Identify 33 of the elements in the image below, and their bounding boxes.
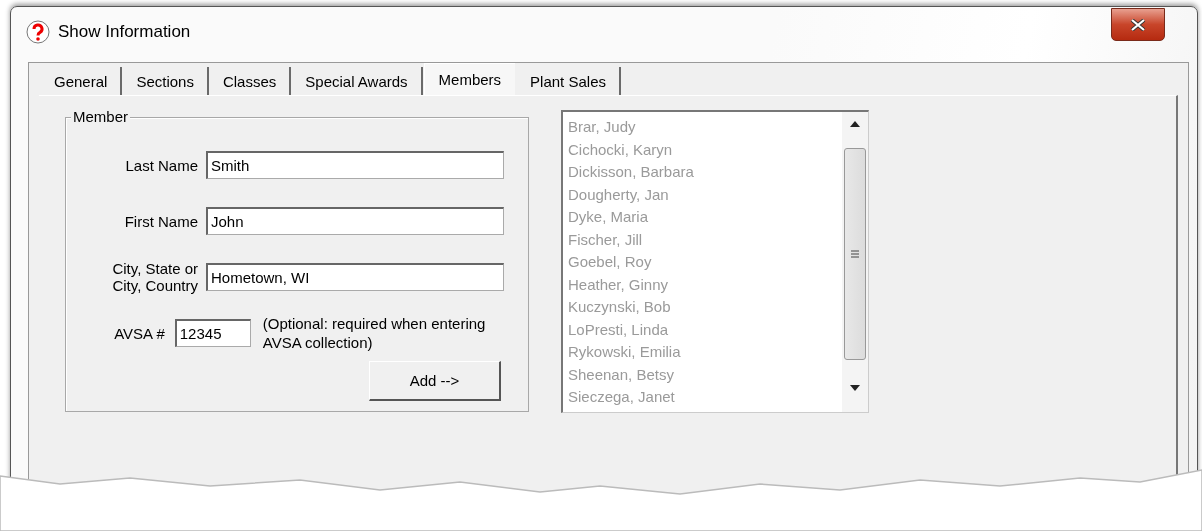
- window-title: Show Information: [58, 22, 191, 42]
- group-title: Member: [71, 108, 130, 125]
- list-item[interactable]: Rykowski, Emilia: [568, 341, 842, 364]
- input-field[interactable]: John: [206, 207, 504, 235]
- list-item[interactable]: Heather, Ginny: [568, 273, 842, 296]
- hint-text: (Optional: required when entering AVSA collection): [261, 314, 487, 352]
- list-item[interactable]: Sheenan, Betsy: [568, 363, 842, 386]
- close-icon: [1130, 18, 1146, 31]
- field-label: Last Name: [124, 156, 199, 174]
- list-item[interactable]: Brar, Judy: [568, 116, 842, 139]
- scroll-up-icon[interactable]: [850, 121, 860, 127]
- help-icon: [26, 20, 50, 44]
- list-item[interactable]: Cichocki, Karyn: [568, 138, 842, 161]
- field-label: AVSA #: [113, 324, 166, 342]
- scroll-down-icon[interactable]: [850, 385, 860, 391]
- scrollbar-thumb[interactable]: [844, 148, 866, 360]
- list-item[interactable]: Dougherty, Jan: [568, 183, 842, 206]
- input-field[interactable]: Hometown, WI: [206, 263, 504, 291]
- list-item[interactable]: Dickisson, Barbara: [568, 161, 842, 184]
- tab[interactable]: Members: [423, 63, 516, 95]
- field-label: First Name: [123, 212, 199, 230]
- field-label: City, State or City, Country: [111, 260, 199, 294]
- add-button[interactable]: Add -->: [369, 361, 501, 401]
- list-item[interactable]: LoPresti, Linda: [568, 318, 842, 341]
- list-item[interactable]: Fischer, Jill: [568, 228, 842, 251]
- list-item[interactable]: Sieczega, Janet: [568, 386, 842, 409]
- input-field[interactable]: Smith: [206, 151, 504, 179]
- list-item[interactable]: Dyke, Maria: [568, 206, 842, 229]
- close-button[interactable]: [1111, 8, 1165, 41]
- list-item[interactable]: Goebel, Roy: [568, 251, 842, 274]
- list-item[interactable]: Kuczynski, Bob: [568, 296, 842, 319]
- grip-icon: [851, 250, 859, 258]
- input-field[interactable]: 12345: [174, 319, 251, 347]
